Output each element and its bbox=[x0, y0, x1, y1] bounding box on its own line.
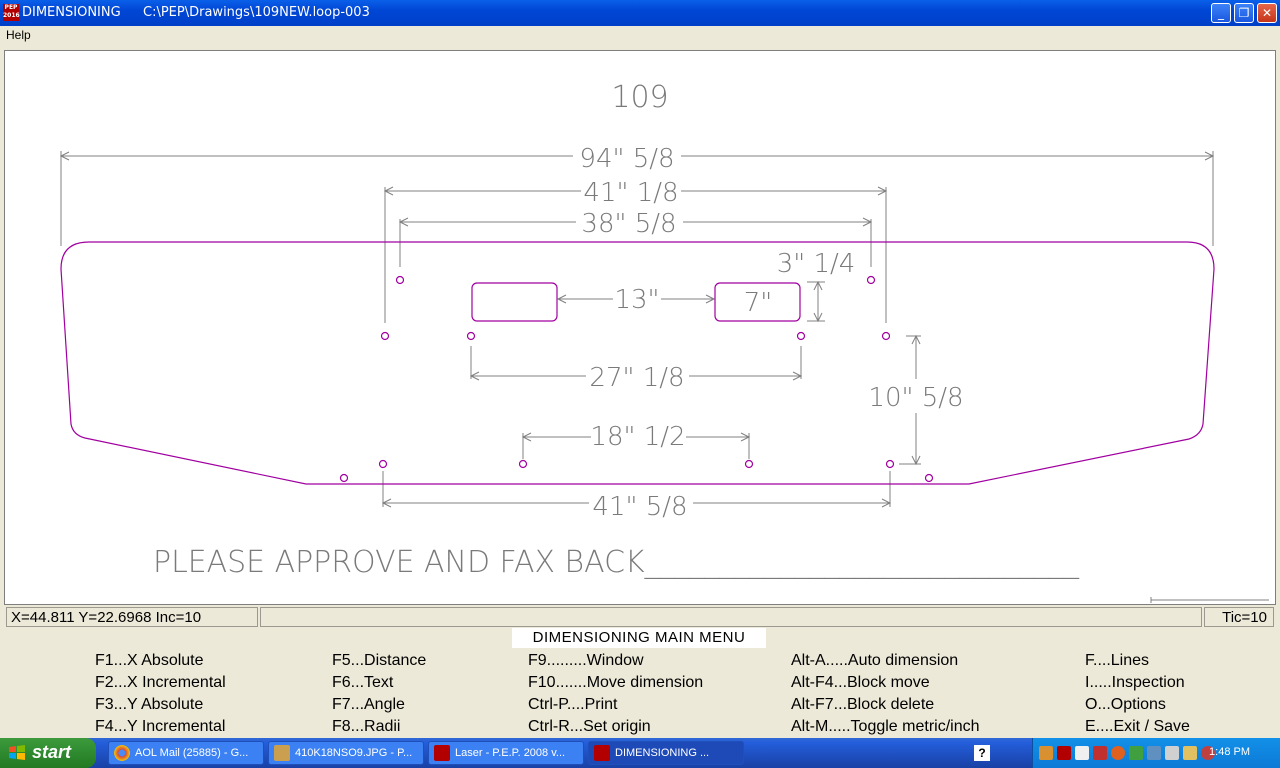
dim-lower-outer-holes: 41" 5/8 bbox=[592, 492, 687, 522]
windows-flag-icon bbox=[9, 745, 25, 760]
menu-item-exit-save[interactable]: E....Exit / Save bbox=[1085, 716, 1190, 738]
close-button[interactable]: ✕ bbox=[1257, 3, 1277, 23]
dim-slot-gap: 13" bbox=[614, 285, 659, 315]
window-title: DIMENSIONING bbox=[22, 5, 121, 20]
menu-column-2: F5...Distance F6...Text F7...Angle F8...… bbox=[332, 650, 426, 738]
tray-app-icon[interactable] bbox=[1183, 746, 1197, 760]
status-message-area bbox=[260, 607, 1202, 627]
drawing-canvas[interactable]: 109 94" 5/8 41" 1/8 38" 5/8 3" 1/4 13" 7… bbox=[4, 50, 1276, 605]
file-path: C:\PEP\Drawings\109NEW.loop-003 bbox=[143, 5, 370, 20]
menu-item-window[interactable]: F9.........Window bbox=[528, 650, 703, 672]
help-icon[interactable]: ? bbox=[974, 745, 990, 761]
task-image-viewer[interactable]: 410K18NSO9.JPG - P... bbox=[268, 741, 424, 765]
task-laser-pep[interactable]: Laser - P.E.P. 2008 v... bbox=[428, 741, 584, 765]
task-dimensioning[interactable]: DIMENSIONING ... bbox=[588, 741, 744, 765]
tray-app-icon[interactable] bbox=[1129, 746, 1143, 760]
dim-slot-width: 7" bbox=[744, 288, 773, 318]
dim-upper-holes: 38" 5/8 bbox=[581, 209, 676, 239]
dim-overall-width: 94" 5/8 bbox=[579, 144, 674, 174]
dim-outer-holes: 41" 1/8 bbox=[583, 178, 678, 208]
pep-icon[interactable] bbox=[1057, 746, 1071, 760]
menu-item-x-absolute[interactable]: F1...X Absolute bbox=[95, 650, 226, 672]
menu-column-4: Alt-A.....Auto dimension Alt-F4...Block … bbox=[791, 650, 980, 738]
menu-column-3: F9.........Window F10.......Move dimensi… bbox=[528, 650, 703, 738]
pep-icon bbox=[434, 745, 450, 761]
drawing-title: 109 bbox=[611, 80, 668, 115]
menu-item-auto-dimension[interactable]: Alt-A.....Auto dimension bbox=[791, 650, 980, 672]
menu-item-toggle-metric[interactable]: Alt-M.....Toggle metric/inch bbox=[791, 716, 980, 738]
clock: 1:48 PM bbox=[1209, 746, 1250, 758]
menu-item-set-origin[interactable]: Ctrl-R...Set origin bbox=[528, 716, 703, 738]
shield-icon[interactable] bbox=[1093, 746, 1107, 760]
task-label: AOL Mail (25885) - G... bbox=[135, 747, 249, 759]
menu-item-inspection[interactable]: I.....Inspection bbox=[1085, 672, 1190, 694]
task-aol-mail[interactable]: AOL Mail (25885) - G... bbox=[108, 741, 264, 765]
network-icon[interactable] bbox=[1147, 746, 1161, 760]
chrome-icon bbox=[114, 745, 130, 761]
cad-drawing: 109 94" 5/8 41" 1/8 38" 5/8 3" 1/4 13" 7… bbox=[59, 80, 1269, 603]
image-viewer-icon bbox=[274, 745, 290, 761]
app-icon[interactable]: PEP 2016 bbox=[3, 4, 20, 21]
dim-upper-offset: 3" 1/4 bbox=[777, 249, 856, 279]
status-bar: X=44.811 Y=22.6968 Inc=10 Tic=10 bbox=[4, 607, 1276, 628]
task-label: Laser - P.E.P. 2008 v... bbox=[455, 747, 566, 759]
menu-column-5: F....Lines I.....Inspection O...Options … bbox=[1085, 650, 1190, 738]
menu-item-move-dimension[interactable]: F10.......Move dimension bbox=[528, 672, 703, 694]
tray-app-icon[interactable] bbox=[1039, 746, 1053, 760]
help-menu[interactable]: Help bbox=[6, 28, 31, 42]
dim-inner-holes: 27" 1/8 bbox=[589, 363, 684, 393]
start-label: start bbox=[32, 742, 72, 762]
menu-item-radii[interactable]: F8...Radii bbox=[332, 716, 426, 738]
menu-item-y-absolute[interactable]: F3...Y Absolute bbox=[95, 694, 226, 716]
tic-readout: Tic=10 bbox=[1204, 607, 1274, 627]
menu-item-options[interactable]: O...Options bbox=[1085, 694, 1190, 716]
pep-icon bbox=[594, 745, 610, 761]
task-label: DIMENSIONING ... bbox=[615, 747, 710, 759]
menu-item-distance[interactable]: F5...Distance bbox=[332, 650, 426, 672]
dim-vertical-span: 10" 5/8 bbox=[868, 383, 963, 413]
coordinate-readout: X=44.811 Y=22.6968 Inc=10 bbox=[6, 607, 258, 627]
system-tray: 1:48 PM bbox=[1032, 738, 1280, 768]
main-menu-title: DIMENSIONING MAIN MENU bbox=[512, 628, 766, 648]
restore-button[interactable]: ❐ bbox=[1234, 3, 1254, 23]
tray-app-icon[interactable] bbox=[1111, 746, 1125, 760]
menu-item-y-incremental[interactable]: F4...Y Incremental bbox=[95, 716, 226, 738]
menu-column-1: F1...X Absolute F2...X Incremental F3...… bbox=[95, 650, 226, 738]
menu-item-print[interactable]: Ctrl-P....Print bbox=[528, 694, 703, 716]
menu-item-block-delete[interactable]: Alt-F7...Block delete bbox=[791, 694, 980, 716]
task-label: 410K18NSO9.JPG - P... bbox=[295, 747, 413, 759]
minimize-button[interactable]: _ bbox=[1211, 3, 1231, 23]
volume-icon[interactable] bbox=[1165, 746, 1179, 760]
menu-item-angle[interactable]: F7...Angle bbox=[332, 694, 426, 716]
menu-item-text[interactable]: F6...Text bbox=[332, 672, 426, 694]
menu-bar: Help bbox=[0, 26, 1280, 46]
approval-note: PLEASE APPROVE AND FAX BACK_____________… bbox=[153, 545, 1080, 580]
menu-item-lines[interactable]: F....Lines bbox=[1085, 650, 1190, 672]
start-button[interactable]: start bbox=[0, 738, 96, 768]
tray-app-icon[interactable] bbox=[1075, 746, 1089, 760]
taskbar: start AOL Mail (25885) - G... 410K18NSO9… bbox=[0, 738, 1280, 768]
menu-item-block-move[interactable]: Alt-F4...Block move bbox=[791, 672, 980, 694]
dim-lower-inner-holes: 18" 1/2 bbox=[590, 422, 685, 452]
title-bar: PEP 2016 DIMENSIONING C:\PEP\Drawings\10… bbox=[0, 0, 1280, 26]
menu-item-x-incremental[interactable]: F2...X Incremental bbox=[95, 672, 226, 694]
